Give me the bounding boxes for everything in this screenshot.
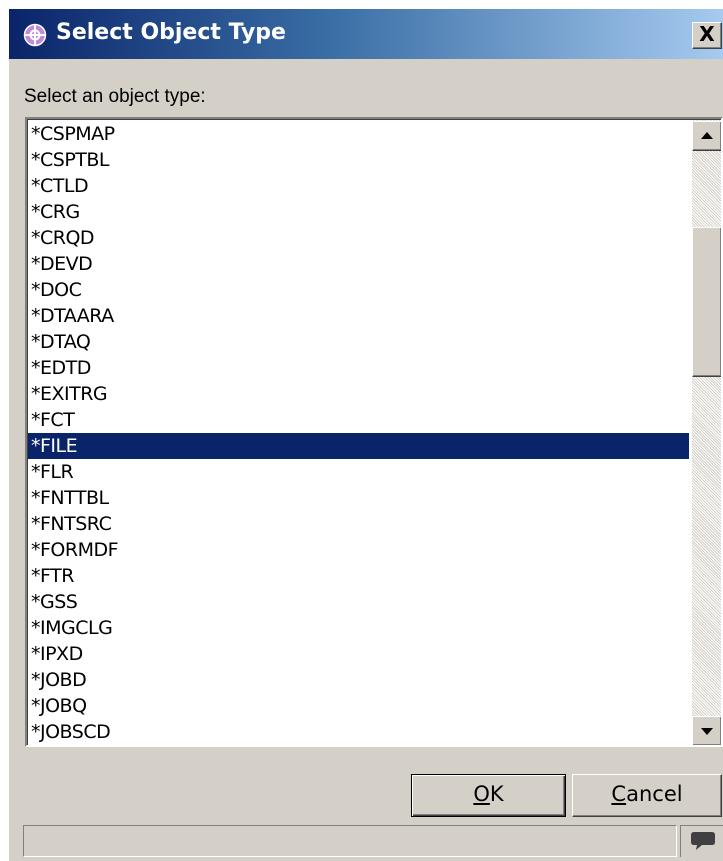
object-type-listbox[interactable]: *CSPMAP *CSPTBL *CTLD *CRG *CRQD *DEVD *DOC *DT… — [25, 117, 723, 747]
cancel-button[interactable]: Cancel — [572, 774, 722, 817]
list-item[interactable]: *FORMDF — [28, 537, 689, 563]
list-item[interactable]: *IMGCLG — [28, 615, 689, 641]
cancel-button-accelerator: C — [611, 782, 627, 806]
ok-button-label: K — [489, 782, 504, 806]
vertical-scrollbar[interactable] — [692, 120, 721, 745]
list-item[interactable]: *FNTSRC — [28, 511, 689, 537]
ok-button[interactable]: OK — [411, 774, 566, 817]
list-item[interactable]: *FLR — [28, 459, 689, 485]
list-item[interactable]: *IPXD — [28, 641, 689, 667]
list-item[interactable]: *DTAARA — [28, 303, 689, 329]
object-type-list[interactable]: *CSPMAP *CSPTBL *CTLD *CRG *CRQD *DEVD *DOC *DT… — [28, 120, 689, 745]
list-item[interactable]: *EXITRG — [28, 381, 689, 407]
list-item[interactable]: *CRQD — [28, 225, 689, 251]
arrow-down-icon — [701, 728, 713, 735]
select-object-type-dialog: Select Object Type X Select an object ty… — [8, 8, 723, 861]
list-item[interactable]: *FCT — [28, 407, 689, 433]
arrow-up-icon — [701, 132, 713, 139]
status-message-button[interactable] — [680, 825, 723, 857]
close-button[interactable]: X — [692, 22, 722, 49]
list-item[interactable]: *JOBD — [28, 667, 689, 693]
cancel-button-label: ancel — [626, 782, 683, 806]
list-item[interactable]: *CTLD — [28, 173, 689, 199]
list-item[interactable]: *DEVD — [28, 251, 689, 277]
list-item[interactable]: *CRG — [28, 199, 689, 225]
ok-button-accelerator: O — [473, 782, 490, 806]
perspective-icon — [23, 23, 47, 47]
list-item[interactable]: *CSPMAP — [28, 121, 689, 147]
list-item[interactable]: *CSPTBL — [28, 147, 689, 173]
list-item[interactable]: *DOC — [28, 277, 689, 303]
list-item[interactable]: *JOBQ — [28, 693, 689, 719]
list-item[interactable]: *FTR — [28, 563, 689, 589]
scroll-up-button[interactable] — [692, 121, 721, 151]
list-item[interactable]: *DTAQ — [28, 329, 689, 355]
list-item[interactable]: *GSS — [28, 589, 689, 615]
scroll-down-button[interactable] — [692, 716, 721, 745]
list-item[interactable]: *FNTTBL — [28, 485, 689, 511]
list-item[interactable]: *JOBSCD — [28, 719, 689, 745]
scrollbar-thumb[interactable] — [692, 227, 721, 377]
dialog-title: Select Object Type — [56, 20, 286, 45]
list-item[interactable]: *FILE — [28, 433, 689, 459]
speech-bubble-icon — [691, 832, 715, 850]
prompt-label: Select an object type: — [24, 86, 206, 107]
title-bar[interactable]: Select Object Type X — [9, 9, 723, 59]
status-bar — [23, 825, 677, 857]
list-item[interactable]: *EDTD — [28, 355, 689, 381]
